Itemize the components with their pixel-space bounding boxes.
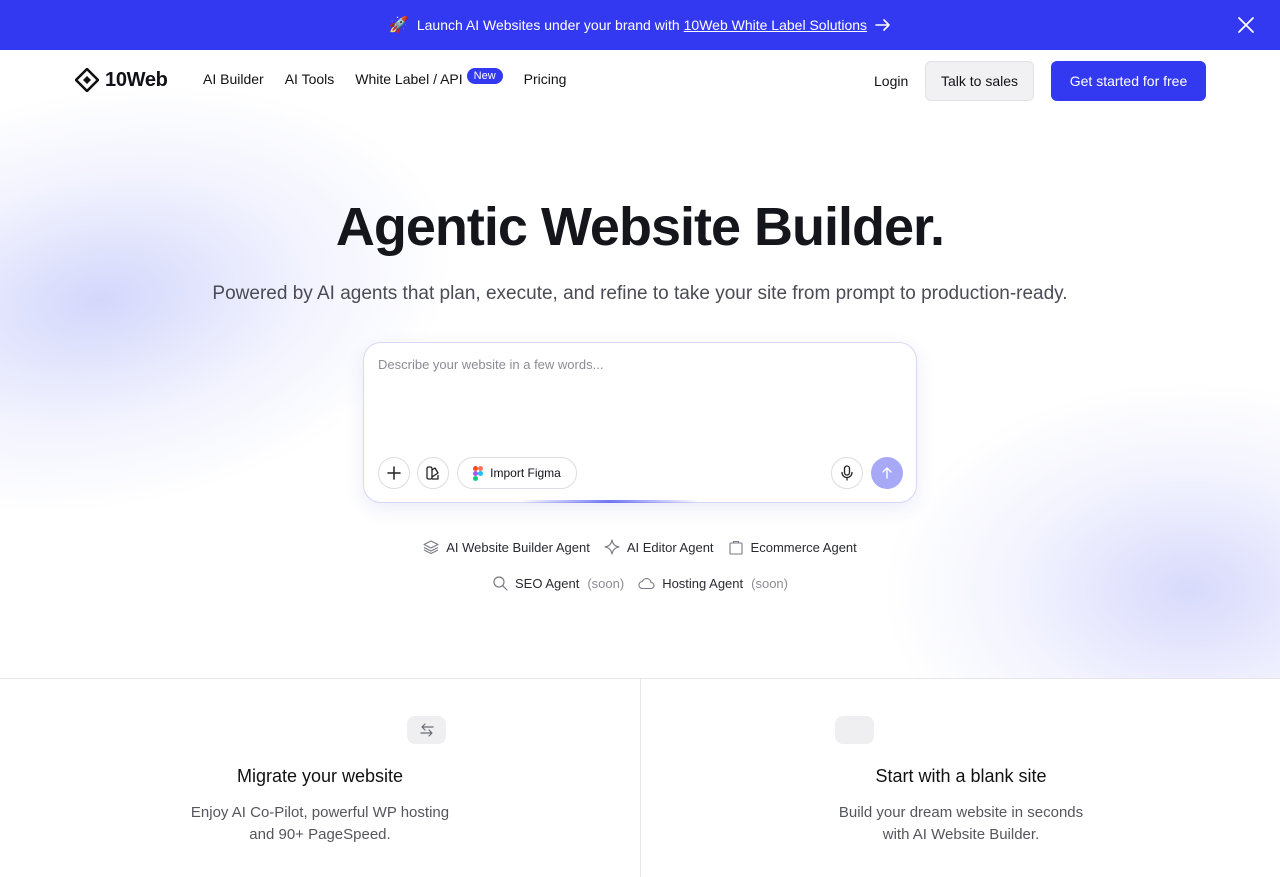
arrow-up-icon <box>882 467 892 479</box>
prompt-glow <box>520 500 700 503</box>
close-icon[interactable] <box>1236 15 1256 35</box>
card-title: Migrate your website <box>236 766 404 786</box>
import-figma-button[interactable]: Import Figma <box>457 457 577 489</box>
agent-website-builder[interactable]: AI Website Builder Agent <box>423 539 590 555</box>
palette-icon <box>426 466 439 480</box>
arrow-right-icon[interactable] <box>875 18 891 32</box>
cloud-icon <box>638 577 655 590</box>
agents-row-2: SEO Agent (soon) Hosting Agent (soon) <box>0 575 1280 591</box>
agent-label: Hosting Agent <box>662 575 744 591</box>
figma-icon <box>473 465 484 481</box>
agent-seo[interactable]: SEO Agent (soon) <box>492 575 624 591</box>
import-figma-label: Import Figma <box>490 466 561 480</box>
agent-label: AI Editor Agent <box>626 539 714 555</box>
add-button[interactable] <box>378 457 410 489</box>
shopping-bag-icon <box>728 540 743 555</box>
agent-editor[interactable]: AI Editor Agent <box>604 539 714 555</box>
card-description-line: Build your dream website in seconds <box>838 804 1084 821</box>
sparkle-icon <box>604 539 620 555</box>
agent-ecommerce[interactable]: Ecommerce Agent <box>728 539 857 555</box>
agent-label: SEO Agent <box>515 575 580 591</box>
prompt-box: Import Figma <box>363 342 917 503</box>
nav-pricing[interactable]: Pricing <box>524 71 567 87</box>
nav-white-label-label: White Label / API <box>355 71 463 87</box>
plus-icon <box>387 466 401 480</box>
soon-label: (soon) <box>751 575 788 591</box>
swap-arrows-icon <box>407 716 446 744</box>
microphone-icon <box>841 465 853 481</box>
layers-icon <box>423 540 439 555</box>
agent-hosting[interactable]: Hosting Agent (soon) <box>638 576 788 591</box>
agents-row-1: AI Website Builder Agent AI Editor Agent… <box>0 539 1280 555</box>
microphone-button[interactable] <box>831 457 863 489</box>
card-description: Enjoy AI Co-Pilot, powerful WP hosting a… <box>0 802 640 846</box>
card-description: Build your dream website in seconds with… <box>641 802 1280 846</box>
announcement-bar: 🚀 Launch AI Websites under your brand wi… <box>0 0 1280 50</box>
page-title: Agentic Website Builder. <box>335 197 945 257</box>
new-badge: New <box>466 68 503 84</box>
send-button[interactable] <box>871 457 903 489</box>
brand-logo[interactable]: 10Web <box>75 68 168 92</box>
top-nav: 10Web AI Builder AI Tools White Label / … <box>0 50 1280 112</box>
blank-icon <box>835 716 874 744</box>
migrate-card[interactable]: Migrate your website Enjoy AI Co-Pilot, … <box>0 679 640 877</box>
agent-label: AI Website Builder Agent <box>446 539 590 555</box>
card-description-line: Enjoy AI Co-Pilot, powerful WP hosting <box>190 804 450 821</box>
rocket-icon: 🚀 <box>388 17 409 34</box>
style-button[interactable] <box>417 457 449 489</box>
brand-name: 10Web <box>105 68 168 91</box>
white-label-link[interactable]: 10Web White Label Solutions <box>684 17 867 33</box>
card-description-line: and 90+ PageSpeed. <box>249 826 391 843</box>
nav-ai-tools[interactable]: AI Tools <box>285 71 335 87</box>
logo-icon <box>75 68 99 92</box>
page-subtitle: Powered by AI agents that plan, execute,… <box>212 283 1068 304</box>
website-description-input[interactable] <box>378 357 898 437</box>
search-icon <box>493 576 508 591</box>
nav-ai-builder[interactable]: AI Builder <box>203 71 264 87</box>
nav-links: AI Builder AI Tools White Label / API Ne… <box>203 68 587 87</box>
talk-to-sales-button[interactable]: Talk to sales <box>925 61 1034 101</box>
nav-white-label[interactable]: White Label / API New <box>355 68 503 87</box>
card-description-line: with AI Website Builder. <box>882 826 1040 843</box>
announcement-text: Launch AI Websites under your brand with <box>416 17 680 33</box>
agent-label: Ecommerce Agent <box>750 539 857 555</box>
options-section: Migrate your website Enjoy AI Co-Pilot, … <box>0 678 1280 877</box>
gradient-blob-right <box>880 380 1280 678</box>
card-title: Start with a blank site <box>875 766 1047 786</box>
soon-label: (soon) <box>587 575 625 591</box>
blank-site-card[interactable]: Start with a blank site Build your dream… <box>641 679 1280 877</box>
get-started-button[interactable]: Get started for free <box>1051 61 1206 101</box>
login-link[interactable]: Login <box>874 73 908 89</box>
